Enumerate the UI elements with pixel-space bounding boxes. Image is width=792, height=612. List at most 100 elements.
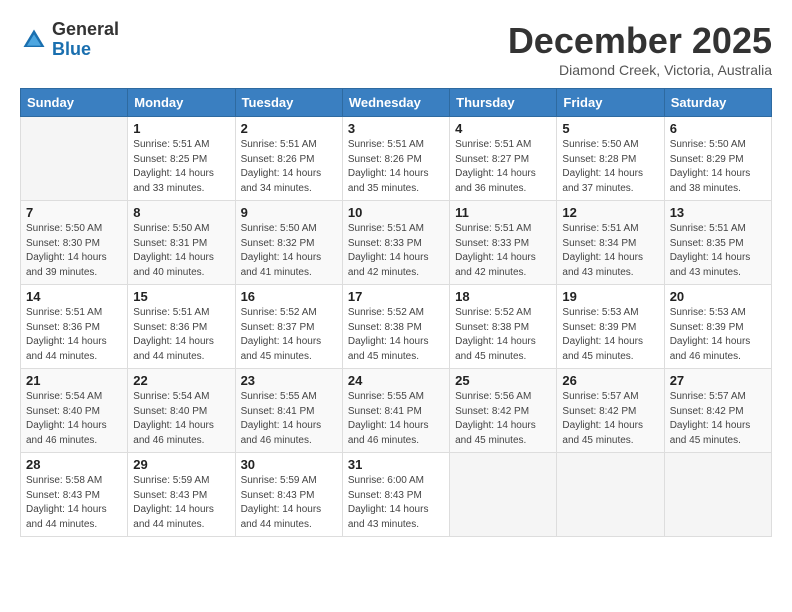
weekday-header-wednesday: Wednesday [342,89,449,117]
calendar-cell: 23 Sunrise: 5:55 AM Sunset: 8:41 PM Dayli… [235,369,342,453]
calendar-cell: 11 Sunrise: 5:51 AM Sunset: 8:33 PM Dayli… [450,201,557,285]
weekday-header-thursday: Thursday [450,89,557,117]
day-number: 18 [455,289,551,304]
day-number: 31 [348,457,444,472]
day-number: 30 [241,457,337,472]
day-number: 21 [26,373,122,388]
day-info: Sunrise: 5:50 AM Sunset: 8:31 PM Dayligh… [133,222,229,280]
day-info: Sunrise: 5:54 AM Sunset: 8:40 PM Dayligh… [26,390,122,448]
calendar-cell: 16 Sunrise: 5:52 AM Sunset: 8:37 PM Dayli… [235,285,342,369]
calendar-cell [664,453,771,537]
calendar-cell: 22 Sunrise: 5:54 AM Sunset: 8:40 PM Dayli… [128,369,235,453]
day-number: 23 [241,373,337,388]
calendar-cell: 5 Sunrise: 5:50 AM Sunset: 8:28 PM Daylig… [557,117,664,201]
weekday-header-sunday: Sunday [21,89,128,117]
day-number: 1 [133,121,229,136]
day-info: Sunrise: 5:57 AM Sunset: 8:42 PM Dayligh… [562,390,658,448]
calendar-cell: 13Sunrise: 5:51 AM Sunset: 8:35 PM Dayli… [664,201,771,285]
day-info: Sunrise: 5:50 AM Sunset: 8:28 PM Dayligh… [562,138,658,196]
calendar-cell: 21 Sunrise: 5:54 AM Sunset: 8:40 PM Dayli… [21,369,128,453]
day-number: 4 [455,121,551,136]
calendar-cell: 30 Sunrise: 5:59 AM Sunset: 8:43 PM Dayli… [235,453,342,537]
day-info: Sunrise: 5:55 AM Sunset: 8:41 PM Dayligh… [241,390,337,448]
day-number: 9 [241,205,337,220]
calendar-cell: 1 Sunrise: 5:51 AM Sunset: 8:25 PM Daylig… [128,117,235,201]
day-info: Sunrise: 5:51 AM Sunset: 8:27 PM Dayligh… [455,138,551,196]
day-number: 27 [670,373,766,388]
day-info: Sunrise: 5:51 AM Sunset: 8:36 PM Dayligh… [26,306,122,364]
calendar-cell: 17 Sunrise: 5:52 AM Sunset: 8:38 PM Dayli… [342,285,449,369]
title-block: December 2025 Diamond Creek, Victoria, A… [508,20,772,78]
day-info: Sunrise: 5:53 AM Sunset: 8:39 PM Dayligh… [670,306,766,364]
day-info: Sunrise: 5:59 AM Sunset: 8:43 PM Dayligh… [241,474,337,532]
calendar-cell: 12Sunrise: 5:51 AM Sunset: 8:34 PM Dayli… [557,201,664,285]
calendar-week-row: 14 Sunrise: 5:51 AM Sunset: 8:36 PM Dayli… [21,285,772,369]
day-info: Sunrise: 5:51 AM Sunset: 8:35 PM Dayligh… [670,222,766,280]
day-info: Sunrise: 5:52 AM Sunset: 8:38 PM Dayligh… [348,306,444,364]
calendar-cell: 25 Sunrise: 5:56 AM Sunset: 8:42 PM Dayli… [450,369,557,453]
day-info: Sunrise: 5:50 AM Sunset: 8:30 PM Dayligh… [26,222,122,280]
location: Diamond Creek, Victoria, Australia [508,62,772,78]
day-info: Sunrise: 5:52 AM Sunset: 8:37 PM Dayligh… [241,306,337,364]
calendar-cell: 14 Sunrise: 5:51 AM Sunset: 8:36 PM Dayli… [21,285,128,369]
day-number: 5 [562,121,658,136]
logo-text: General Blue [52,20,119,60]
day-info: Sunrise: 5:54 AM Sunset: 8:40 PM Dayligh… [133,390,229,448]
calendar-cell: 18 Sunrise: 5:52 AM Sunset: 8:38 PM Dayli… [450,285,557,369]
day-number: 11 [455,205,551,220]
day-number: 14 [26,289,122,304]
day-info: Sunrise: 5:51 AM Sunset: 8:33 PM Dayligh… [455,222,551,280]
weekday-header-row: SundayMondayTuesdayWednesdayThursdayFrid… [21,89,772,117]
day-number: 6 [670,121,766,136]
calendar-cell: 29Sunrise: 5:59 AM Sunset: 8:43 PM Dayli… [128,453,235,537]
weekday-header-friday: Friday [557,89,664,117]
calendar-cell: 10Sunrise: 5:51 AM Sunset: 8:33 PM Dayli… [342,201,449,285]
calendar-cell: 20 Sunrise: 5:53 AM Sunset: 8:39 PM Dayli… [664,285,771,369]
day-info: Sunrise: 5:57 AM Sunset: 8:42 PM Dayligh… [670,390,766,448]
day-number: 20 [670,289,766,304]
day-number: 12 [562,205,658,220]
day-number: 29 [133,457,229,472]
logo-general: General [52,20,119,40]
logo-blue: Blue [52,40,119,60]
calendar-cell: 19Sunrise: 5:53 AM Sunset: 8:39 PM Dayli… [557,285,664,369]
page-header: General Blue December 2025 Diamond Creek… [20,20,772,78]
calendar-cell: 7Sunrise: 5:50 AM Sunset: 8:30 PM Daylig… [21,201,128,285]
day-info: Sunrise: 5:51 AM Sunset: 8:36 PM Dayligh… [133,306,229,364]
calendar-week-row: 21 Sunrise: 5:54 AM Sunset: 8:40 PM Dayli… [21,369,772,453]
calendar-week-row: 28Sunrise: 5:58 AM Sunset: 8:43 PM Dayli… [21,453,772,537]
day-number: 16 [241,289,337,304]
calendar-week-row: 1 Sunrise: 5:51 AM Sunset: 8:25 PM Daylig… [21,117,772,201]
calendar-cell [21,117,128,201]
day-info: Sunrise: 5:51 AM Sunset: 8:33 PM Dayligh… [348,222,444,280]
day-number: 25 [455,373,551,388]
day-info: Sunrise: 5:51 AM Sunset: 8:26 PM Dayligh… [241,138,337,196]
logo: General Blue [20,20,119,60]
day-number: 22 [133,373,229,388]
calendar-cell: 8Sunrise: 5:50 AM Sunset: 8:31 PM Daylig… [128,201,235,285]
calendar-cell: 4 Sunrise: 5:51 AM Sunset: 8:27 PM Daylig… [450,117,557,201]
day-number: 17 [348,289,444,304]
calendar-cell [557,453,664,537]
weekday-header-tuesday: Tuesday [235,89,342,117]
calendar-cell [450,453,557,537]
calendar-cell: 27 Sunrise: 5:57 AM Sunset: 8:42 PM Dayli… [664,369,771,453]
calendar-cell: 15 Sunrise: 5:51 AM Sunset: 8:36 PM Dayli… [128,285,235,369]
day-info: Sunrise: 5:56 AM Sunset: 8:42 PM Dayligh… [455,390,551,448]
day-info: Sunrise: 5:58 AM Sunset: 8:43 PM Dayligh… [26,474,122,532]
calendar-cell: 6Sunrise: 5:50 AM Sunset: 8:29 PM Daylig… [664,117,771,201]
day-info: Sunrise: 5:51 AM Sunset: 8:25 PM Dayligh… [133,138,229,196]
calendar-cell: 28Sunrise: 5:58 AM Sunset: 8:43 PM Dayli… [21,453,128,537]
day-number: 15 [133,289,229,304]
logo-icon [20,26,48,54]
calendar-cell: 31 Sunrise: 6:00 AM Sunset: 8:43 PM Dayli… [342,453,449,537]
weekday-header-monday: Monday [128,89,235,117]
calendar-cell: 3Sunrise: 5:51 AM Sunset: 8:26 PM Daylig… [342,117,449,201]
day-info: Sunrise: 5:55 AM Sunset: 8:41 PM Dayligh… [348,390,444,448]
calendar-cell: 2Sunrise: 5:51 AM Sunset: 8:26 PM Daylig… [235,117,342,201]
day-info: Sunrise: 5:51 AM Sunset: 8:26 PM Dayligh… [348,138,444,196]
day-number: 19 [562,289,658,304]
calendar-cell: 24Sunrise: 5:55 AM Sunset: 8:41 PM Dayli… [342,369,449,453]
day-info: Sunrise: 6:00 AM Sunset: 8:43 PM Dayligh… [348,474,444,532]
day-info: Sunrise: 5:52 AM Sunset: 8:38 PM Dayligh… [455,306,551,364]
